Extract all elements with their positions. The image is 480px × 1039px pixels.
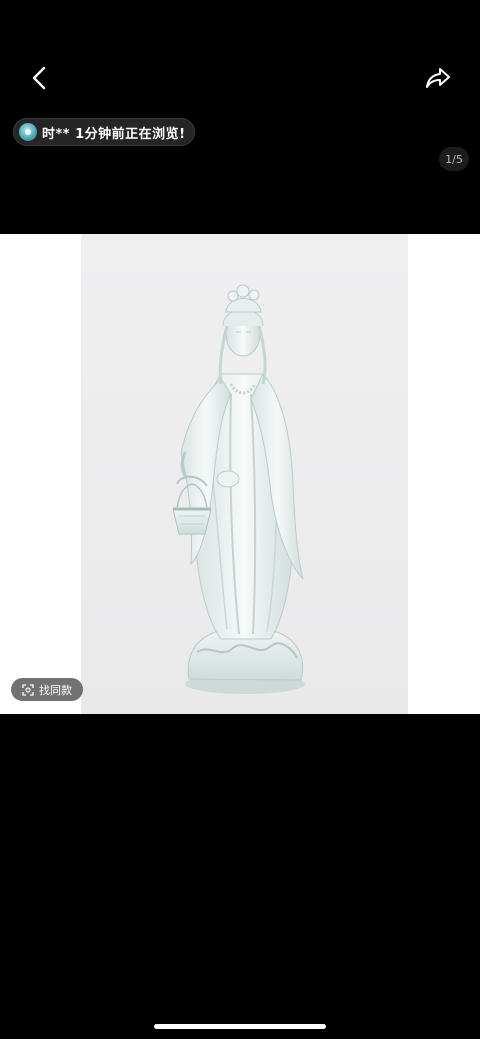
avatar — [19, 123, 37, 141]
find-similar-button[interactable]: 找同款 — [11, 678, 83, 701]
recent-viewer-notice: 时** 1分钟前正在浏览! — [13, 118, 195, 146]
scan-icon — [22, 683, 34, 696]
chevron-left-icon — [32, 66, 46, 90]
image-carousel[interactable]: 找同款 — [0, 234, 480, 714]
image-page-counter: 1/5 — [439, 147, 469, 171]
viewer-name: 时** — [42, 126, 71, 142]
product-image-viewer: 时** 1分钟前正在浏览! 1/5 找同款 — [0, 0, 480, 1039]
share-button[interactable] — [418, 60, 458, 96]
viewer-message: 1分钟前正在浏览! — [75, 126, 186, 142]
statue-illustration — [172, 284, 305, 694]
back-button[interactable] — [22, 60, 58, 96]
home-indicator[interactable] — [154, 1024, 326, 1029]
product-photo[interactable] — [81, 234, 408, 714]
share-arrow-icon — [426, 68, 450, 88]
find-similar-label: 找同款 — [39, 683, 72, 697]
